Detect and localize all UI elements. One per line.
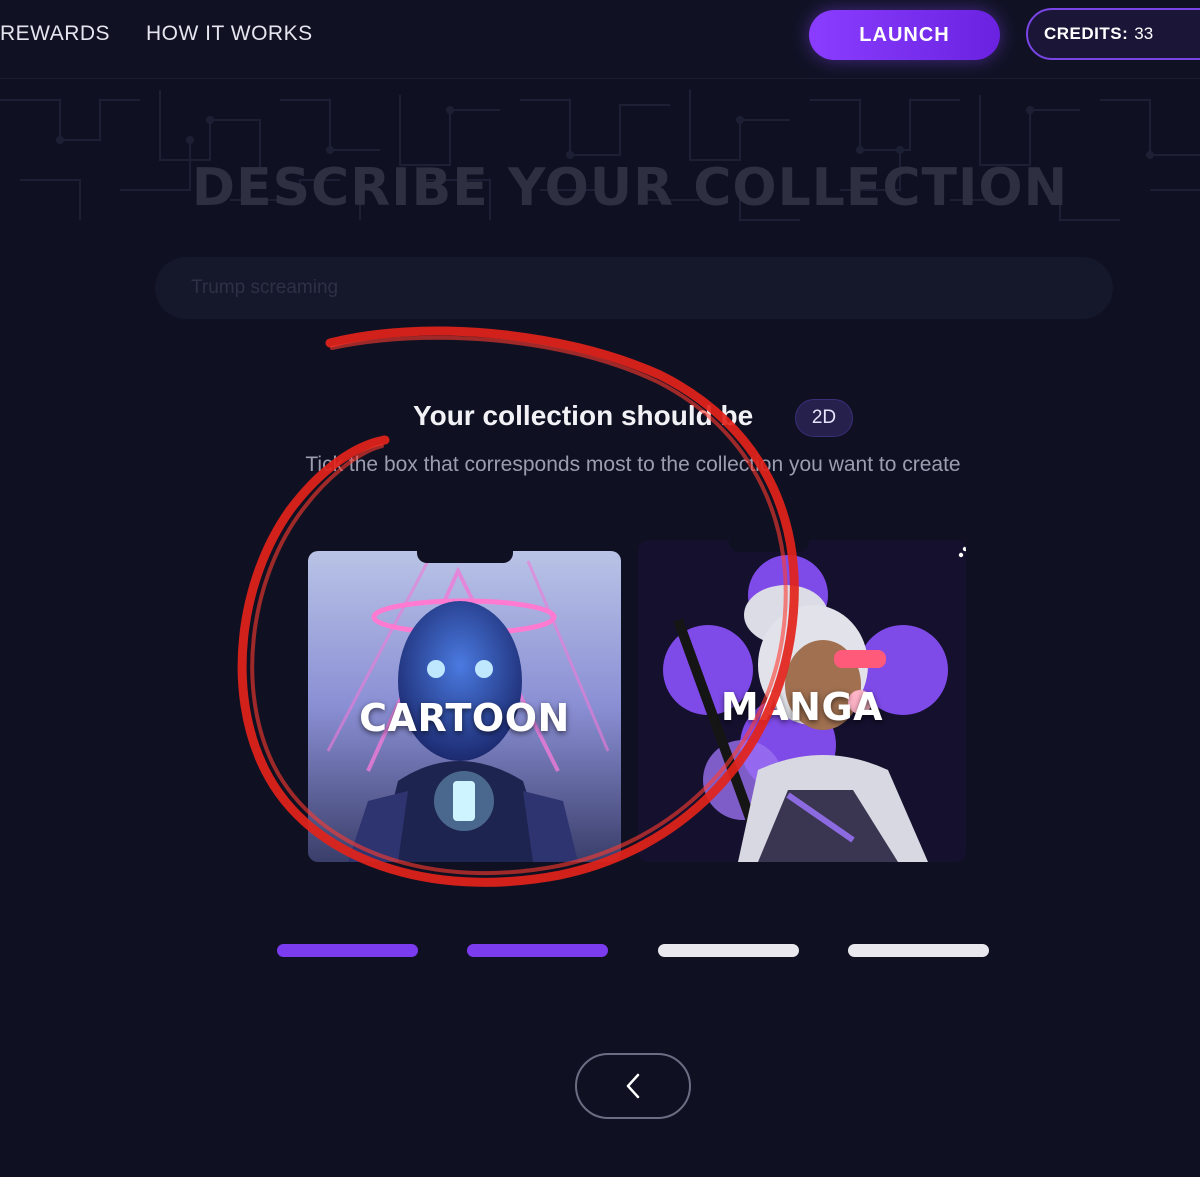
credits-badge[interactable]: CREDITS: 33 bbox=[1026, 8, 1200, 60]
card-notch bbox=[416, 551, 513, 563]
option-card-cartoon[interactable]: CARTOON bbox=[308, 551, 621, 862]
progress-step bbox=[277, 944, 418, 957]
section-heading: Your collection should be bbox=[413, 400, 754, 431]
progress-step bbox=[658, 944, 799, 957]
progress-step bbox=[467, 944, 608, 957]
nav-link-how-it-works[interactable]: HOW IT WORKS bbox=[146, 22, 313, 46]
chevron-left-icon bbox=[626, 1073, 640, 1099]
section-subtext: Tick the box that corresponds most to th… bbox=[305, 453, 961, 476]
nav-link-rewards[interactable]: REWARDS bbox=[0, 22, 110, 46]
option-label-manga: MANGA bbox=[720, 685, 884, 729]
option-card-manga[interactable]: MANGA bbox=[638, 540, 966, 862]
progress-step bbox=[848, 944, 989, 957]
collection-description-input[interactable] bbox=[155, 257, 1113, 319]
page-title: DESCRIBE YOUR COLLECTION bbox=[191, 158, 1069, 218]
top-nav-bar: REWARDS HOW IT WORKS LAUNCH CREDITS: 33 bbox=[0, 0, 1200, 79]
card-notch bbox=[729, 540, 810, 552]
back-button[interactable] bbox=[575, 1053, 691, 1119]
credits-label: CREDITS: bbox=[1044, 24, 1129, 43]
credits-value: 33 bbox=[1134, 24, 1154, 43]
option-label-cartoon: CARTOON bbox=[359, 696, 570, 740]
dimension-badge[interactable]: 2D bbox=[795, 399, 853, 437]
launch-button[interactable]: LAUNCH bbox=[809, 10, 1000, 60]
